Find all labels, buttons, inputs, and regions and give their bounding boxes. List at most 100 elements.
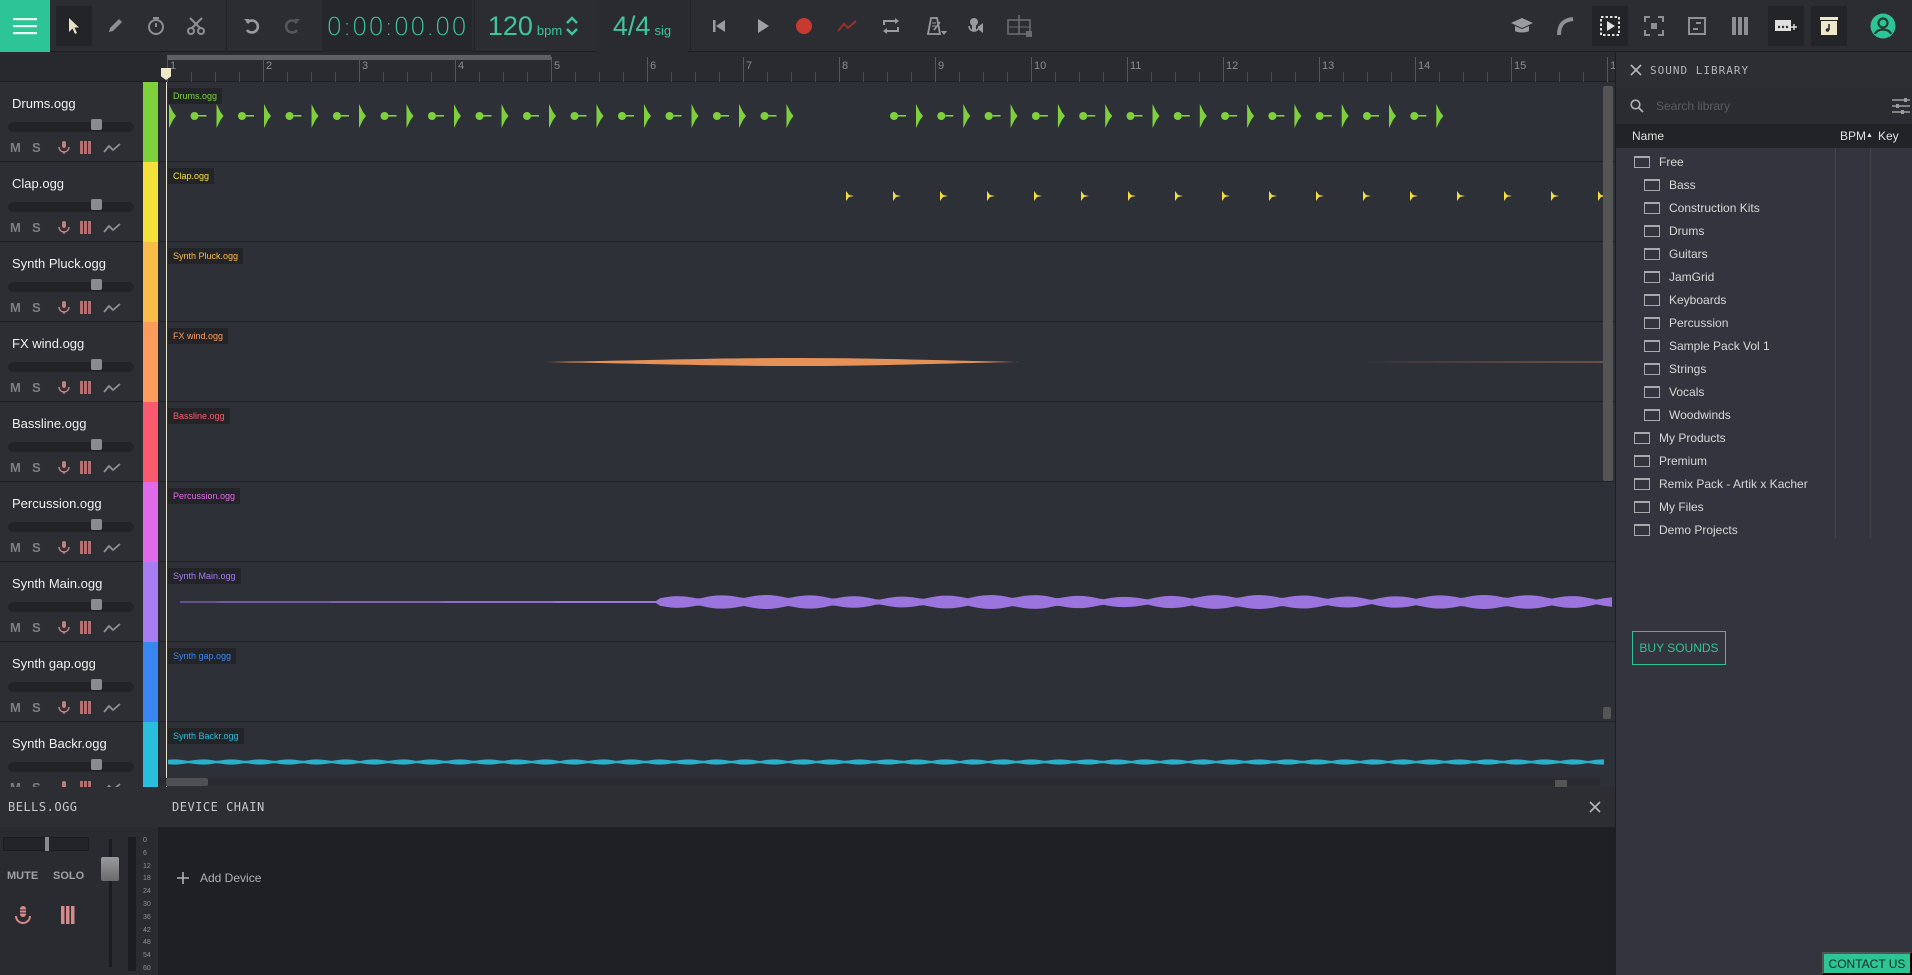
library-folder[interactable]: Vocals: [1644, 380, 1704, 403]
track-volume-slider[interactable]: [8, 519, 134, 532]
automation-record-button[interactable]: [831, 10, 863, 42]
library-folder[interactable]: Woodwinds: [1644, 403, 1731, 426]
track-volume-slider[interactable]: [8, 759, 134, 772]
piano-keys-icon[interactable]: [80, 141, 91, 154]
automation-icon[interactable]: [103, 622, 121, 634]
mic-icon[interactable]: [58, 621, 70, 634]
skip-to-start-button[interactable]: [703, 10, 735, 42]
library-folder[interactable]: Construction Kits: [1644, 196, 1760, 219]
automation-icon[interactable]: [103, 382, 121, 394]
library-folder[interactable]: Guitars: [1644, 242, 1708, 265]
track-volume-slider[interactable]: [8, 599, 134, 612]
horizontal-scrollbar[interactable]: [160, 778, 1600, 786]
track-volume-slider[interactable]: [8, 279, 134, 292]
automation-icon[interactable]: [103, 702, 121, 714]
bpm-control[interactable]: 120 bpm: [478, 0, 588, 52]
track-volume-knob[interactable]: [91, 599, 102, 610]
track-header[interactable]: Synth Main.ogg M S: [0, 562, 143, 642]
clip-label[interactable]: FX wind.ogg: [168, 328, 229, 344]
vertical-scrollbar-thumb-lower[interactable]: [1603, 707, 1611, 719]
library-folder[interactable]: Drums: [1644, 219, 1704, 242]
fit-view-button[interactable]: [1638, 10, 1670, 42]
volume-fader-knob[interactable]: [101, 857, 119, 881]
metronome-button[interactable]: [920, 10, 952, 42]
library-folder[interactable]: Remix Pack - Artik x Kacher: [1634, 472, 1808, 495]
playhead[interactable]: [166, 82, 167, 787]
library-folder[interactable]: JamGrid: [1644, 265, 1714, 288]
redo-button[interactable]: [276, 10, 308, 42]
clip-label[interactable]: Percussion.ogg: [168, 488, 241, 504]
library-folder[interactable]: Free: [1634, 150, 1684, 173]
track-header[interactable]: FX wind.ogg M S: [0, 322, 143, 402]
close-icon[interactable]: [1589, 801, 1601, 813]
piano-keys-icon[interactable]: [80, 221, 91, 234]
pan-knob[interactable]: [45, 837, 49, 851]
contact-us-button[interactable]: CONTACT US: [1822, 952, 1912, 975]
track-lane[interactable]: Clap.ogg: [160, 162, 1615, 242]
mute-button[interactable]: M: [10, 140, 32, 155]
solo-button[interactable]: S: [32, 620, 58, 635]
library-search-input[interactable]: [1656, 99, 1876, 113]
track-lane[interactable]: Drums.ogg: [160, 82, 1615, 162]
pan-slider[interactable]: [3, 837, 89, 851]
record-button[interactable]: [788, 10, 820, 42]
sequencer-view-button[interactable]: [1681, 10, 1713, 42]
track-volume-slider[interactable]: [8, 439, 134, 452]
mic-icon[interactable]: [58, 221, 70, 234]
track-volume-knob[interactable]: [91, 759, 102, 770]
add-device-button[interactable]: Add Device: [176, 871, 261, 885]
account-button[interactable]: [1867, 10, 1899, 42]
track-volume-slider[interactable]: [8, 679, 134, 692]
undo-button[interactable]: [236, 10, 268, 42]
piano-keys-icon[interactable]: [60, 905, 76, 925]
library-folder[interactable]: Strings: [1644, 357, 1706, 380]
clip-label[interactable]: Synth Pluck.ogg: [168, 248, 244, 264]
library-folder[interactable]: Bass: [1644, 173, 1696, 196]
buy-sounds-button[interactable]: BUY SOUNDS: [1632, 631, 1726, 665]
track-header[interactable]: Drums.ogg M S: [0, 82, 143, 162]
clip-label[interactable]: Clap.ogg: [168, 168, 215, 184]
automation-icon[interactable]: [103, 462, 121, 474]
column-bpm[interactable]: BPM: [1840, 129, 1866, 143]
automation-icon[interactable]: [103, 302, 121, 314]
solo-button[interactable]: SOLO: [53, 870, 84, 882]
mic-icon[interactable]: [58, 141, 70, 154]
solo-button[interactable]: S: [32, 300, 58, 315]
track-header[interactable]: Bassline.ogg M S: [0, 402, 143, 482]
clip-label[interactable]: Synth Backr.ogg: [168, 728, 244, 744]
piano-keys-icon[interactable]: [80, 701, 91, 714]
library-folder[interactable]: Premium: [1634, 449, 1707, 472]
track-lane[interactable]: Synth gap.ogg: [160, 642, 1615, 722]
track-volume-slider[interactable]: [8, 199, 134, 212]
piano-keys-icon[interactable]: [80, 301, 91, 314]
library-folder[interactable]: My Products: [1634, 426, 1726, 449]
close-icon[interactable]: [1630, 64, 1642, 76]
mute-button[interactable]: M: [10, 380, 32, 395]
track-lane[interactable]: FX wind.ogg: [160, 322, 1615, 402]
mic-icon[interactable]: [58, 381, 70, 394]
track-header[interactable]: Synth gap.ogg M S: [0, 642, 143, 722]
library-folder[interactable]: My Files: [1634, 495, 1704, 518]
clip-label[interactable]: Synth gap.ogg: [168, 648, 237, 664]
track-header[interactable]: Percussion.ogg M S: [0, 482, 143, 562]
add-track-button[interactable]: [1768, 6, 1804, 46]
automation-icon[interactable]: [103, 142, 121, 154]
mute-button[interactable]: MUTE: [7, 870, 38, 882]
tutorial-button[interactable]: [1506, 10, 1538, 42]
horizontal-scrollbar-end[interactable]: [1555, 780, 1567, 787]
track-volume-knob[interactable]: [91, 279, 102, 290]
solo-button[interactable]: S: [32, 140, 58, 155]
piano-keys-icon[interactable]: [80, 381, 91, 394]
horizontal-scrollbar-thumb[interactable]: [166, 778, 208, 786]
mute-button[interactable]: M: [10, 700, 32, 715]
mic-icon[interactable]: [13, 905, 33, 925]
mute-button[interactable]: M: [10, 300, 32, 315]
track-volume-slider[interactable]: [8, 119, 134, 132]
mic-icon[interactable]: [58, 701, 70, 714]
mic-icon[interactable]: [58, 301, 70, 314]
clip-label[interactable]: Synth Main.ogg: [168, 568, 241, 584]
piano-keys-icon[interactable]: [80, 621, 91, 634]
solo-button[interactable]: S: [32, 220, 58, 235]
track-lane[interactable]: Bassline.ogg: [160, 402, 1615, 482]
mixer-locked-button[interactable]: [1004, 10, 1036, 42]
